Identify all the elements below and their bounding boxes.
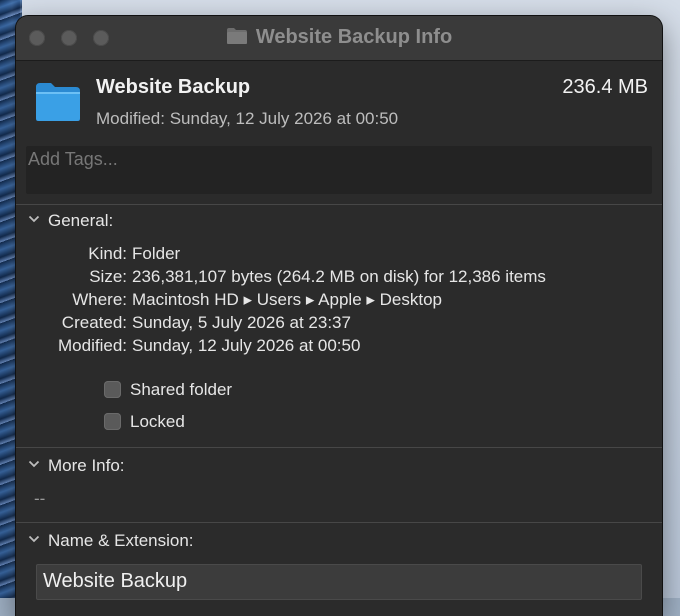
name-extension-heading: Name & Extension: — [48, 531, 194, 550]
more-info-heading: More Info: — [48, 456, 125, 475]
tags-field[interactable]: Add Tags... — [26, 146, 652, 194]
chevron-down-icon — [28, 215, 40, 223]
title-bar[interactable]: Website Backup Info — [16, 16, 662, 61]
item-size: 236.4 MB — [562, 76, 648, 98]
locked-label: Locked — [130, 412, 185, 431]
info-row-where: Where: Macintosh HD ▸ Users ▸ Apple ▸ De… — [16, 288, 662, 311]
more-info-value: -- — [34, 489, 46, 508]
item-modified-date: Modified: Sunday, 12 July 2026 at 00:50 — [96, 109, 399, 128]
locked-checkbox[interactable]: Locked — [104, 412, 185, 432]
size-label: Size: — [89, 267, 127, 286]
info-row-created: Created: Sunday, 5 July 2026 at 23:37 — [16, 311, 662, 334]
name-input[interactable] — [37, 565, 633, 597]
name-field[interactable] — [36, 564, 642, 600]
created-value: Sunday, 5 July 2026 at 23:37 — [132, 313, 351, 332]
folder-icon — [34, 81, 82, 128]
size-value: 236,381,107 bytes (264.2 MB on disk) for… — [132, 267, 546, 286]
created-label: Created: — [61, 313, 127, 332]
general-heading: General: — [48, 211, 114, 230]
window-title: Website Backup Info — [255, 26, 453, 48]
checkbox-box[interactable] — [104, 381, 121, 398]
where-value: Macintosh HD ▸ Users ▸ Apple ▸ Desktop — [132, 290, 442, 309]
tags-placeholder: Add Tags... — [28, 149, 118, 169]
info-row-kind: Kind: Folder — [16, 242, 662, 265]
window-title-wrap: Website Backup Info — [16, 26, 662, 51]
kind-value: Folder — [132, 244, 181, 263]
kind-label: Kind: — [88, 244, 127, 263]
modified-label: Modified: — [58, 336, 127, 355]
where-label: Where: — [72, 290, 127, 309]
general-section-toggle[interactable]: General: — [28, 211, 113, 231]
divider — [16, 204, 662, 205]
shared-folder-label: Shared folder — [130, 380, 233, 399]
checkbox-box[interactable] — [104, 413, 121, 430]
general-info: Kind: Folder Size: 236,381,107 bytes (26… — [16, 242, 662, 357]
info-row-size: Size: 236,381,107 bytes (264.2 MB on dis… — [16, 265, 662, 288]
info-window: Website Backup Info Website Backup 236.4… — [16, 16, 662, 616]
item-name: Website Backup — [96, 76, 251, 98]
divider — [16, 447, 662, 448]
name-extension-section-toggle[interactable]: Name & Extension: — [28, 531, 194, 551]
info-header: Website Backup 236.4 MB Modified: Sunday… — [16, 61, 662, 149]
chevron-down-icon — [28, 535, 40, 543]
modified-value: Sunday, 12 July 2026 at 00:50 — [132, 336, 361, 355]
shared-folder-checkbox[interactable]: Shared folder — [104, 380, 232, 400]
chevron-down-icon — [28, 460, 40, 468]
more-info-section-toggle[interactable]: More Info: — [28, 456, 125, 476]
folder-icon — [226, 27, 248, 51]
info-row-modified: Modified: Sunday, 12 July 2026 at 00:50 — [16, 334, 662, 357]
divider — [16, 522, 662, 523]
